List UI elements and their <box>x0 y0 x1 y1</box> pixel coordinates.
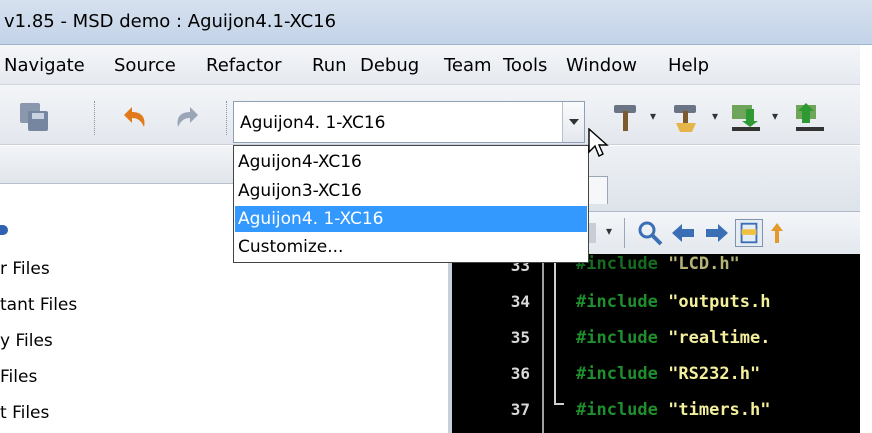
line-number-gutter: 33 34 35 36 37 <box>452 254 542 433</box>
menu-help[interactable]: Help <box>668 55 709 76</box>
code-fold-line <box>554 254 556 404</box>
toggle-highlight-icon[interactable] <box>735 219 763 247</box>
tree-item-files[interactable]: Files <box>0 367 37 387</box>
config-option[interactable]: Aguijon4-XC16 <box>235 149 587 175</box>
tree-item-important-files[interactable]: tant Files <box>0 295 77 315</box>
code-fold-end <box>554 403 564 405</box>
line-number: 34 <box>510 292 530 311</box>
previous-bookmark-icon[interactable] <box>770 219 784 247</box>
line-number: 35 <box>510 328 530 347</box>
find-previous-icon[interactable] <box>670 219 698 247</box>
include-filename: "RS232.h" <box>668 364 761 384</box>
window-title: v1.85 - MSD demo : Aguijon4.1-XC16 <box>4 11 337 32</box>
dropdown-arrow-icon[interactable]: ▾ <box>772 109 778 123</box>
menu-team[interactable]: Team <box>444 55 492 76</box>
line-number: 36 <box>510 364 530 383</box>
tree-item-header-files[interactable]: r Files <box>0 259 50 279</box>
program-device-icon[interactable] <box>728 101 764 133</box>
combo-dropdown-button[interactable] <box>562 102 584 142</box>
dropdown-arrow-icon[interactable]: ▾ <box>712 109 718 123</box>
code-line: #include "LCD.h" <box>576 254 740 274</box>
mouse-cursor-icon <box>588 128 609 157</box>
menu-tools[interactable]: Tools <box>503 55 547 76</box>
read-device-icon[interactable] <box>792 101 828 133</box>
redo-icon[interactable] <box>172 101 204 133</box>
configuration-combo[interactable]: Aguijon4. 1-XC16 <box>233 101 585 143</box>
config-option-customize[interactable]: Customize... <box>235 234 587 260</box>
tree-item-library-files[interactable]: y Files <box>0 331 53 351</box>
configuration-combo-value: Aguijon4. 1-XC16 <box>240 113 386 133</box>
code-line: #include "timers.h" <box>576 400 771 420</box>
clean-build-icon[interactable] <box>668 101 704 133</box>
line-number: 37 <box>510 400 530 419</box>
undo-icon[interactable] <box>118 101 150 133</box>
find-icon[interactable] <box>636 219 664 247</box>
code-line: #include "RS232.h" <box>576 364 760 384</box>
menu-refactor[interactable]: Refactor <box>206 55 282 76</box>
menu-navigate[interactable]: Navigate <box>4 55 85 76</box>
include-filename: "realtime. <box>668 328 771 348</box>
preprocessor-directive: #include <box>576 400 658 420</box>
editor-tab[interactable] <box>588 176 608 204</box>
title-bar: v1.85 - MSD demo : Aguijon4.1-XC16 <box>0 0 872 45</box>
include-filename: "timers.h" <box>668 400 771 420</box>
toolbar-separator <box>226 101 228 135</box>
menu-window[interactable]: Window <box>566 55 637 76</box>
preprocessor-directive: #include <box>576 292 658 312</box>
menu-debug[interactable]: Debug <box>360 55 419 76</box>
include-filename: "outputs.h <box>668 292 771 312</box>
code-line: #include "realtime. <box>576 328 771 348</box>
find-next-icon[interactable] <box>702 219 730 247</box>
toolbar-separator <box>94 101 96 135</box>
build-hammer-icon[interactable] <box>608 101 644 133</box>
configuration-dropdown-list: Aguijon4-XC16 Aguijon3-XC16 Aguijon4. 1-… <box>233 145 589 263</box>
include-filename: "LCD.h" <box>668 254 740 274</box>
menu-bar: Navigate Source Refactor Run Debug Team … <box>0 45 860 85</box>
config-option[interactable]: Aguijon3-XC16 <box>235 178 587 204</box>
preprocessor-directive: #include <box>576 364 658 384</box>
save-all-icon[interactable] <box>18 101 50 133</box>
dropdown-arrow-icon[interactable]: ▾ <box>606 224 612 238</box>
menu-run[interactable]: Run <box>312 55 347 76</box>
toolbar-separator <box>624 218 625 248</box>
preprocessor-directive: #include <box>576 328 658 348</box>
dropdown-arrow-icon[interactable]: ▾ <box>650 109 656 123</box>
tree-item-text-files[interactable]: t Files <box>0 403 49 423</box>
code-line: #include "outputs.h <box>576 292 771 312</box>
config-option-selected[interactable]: Aguijon4. 1-XC16 <box>235 206 587 232</box>
menu-source[interactable]: Source <box>114 55 176 76</box>
gutter-border <box>542 254 544 433</box>
